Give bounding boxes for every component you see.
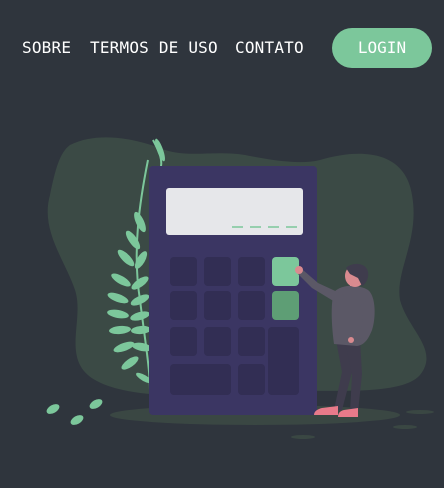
- ground-shadow-small: [393, 425, 417, 429]
- calculator-key-highlight: [272, 257, 299, 286]
- nav-link-termos-de-uso[interactable]: TERMOS DE USO: [90, 38, 218, 58]
- hero-illustration: [46, 137, 434, 439]
- calculator-display: [166, 188, 303, 235]
- ground-shadow-small: [291, 435, 315, 439]
- calculator-key-active: [272, 291, 299, 320]
- calculator: [149, 166, 317, 415]
- login-button[interactable]: LOGIN: [332, 28, 432, 68]
- top-navigation: SOBRE TERMOS DE USO CONTATO LOGIN: [0, 0, 444, 96]
- nav-link-contato[interactable]: CONTATO: [235, 38, 304, 58]
- ground-shadow-small: [406, 410, 434, 414]
- fallen-leaves: [46, 399, 103, 425]
- nav-link-sobre[interactable]: SOBRE: [22, 38, 71, 58]
